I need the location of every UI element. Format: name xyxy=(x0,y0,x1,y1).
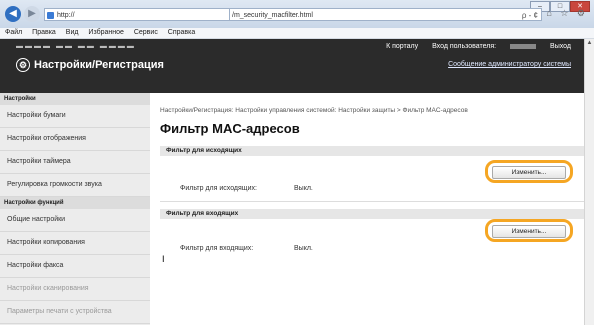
header-links: К порталу Вход пользователя: Выход xyxy=(374,43,571,50)
page-header: ▬▬▬▬ ▬▬ ▬▬ ▬▬▬▬ ⚙ Настройки/Регистрация … xyxy=(0,39,585,93)
outgoing-section-header: Фильтр для исходящих xyxy=(160,146,585,156)
divider xyxy=(160,201,585,202)
sidebar-item-copy[interactable]: Настройки копирования xyxy=(0,232,150,255)
portal-link[interactable]: К порталу xyxy=(386,43,418,50)
address-bar[interactable]: http:// xyxy=(44,8,230,21)
browser-tool-icons[interactable]: ⌂ ☆ ⚙ xyxy=(546,8,588,19)
outgoing-filter-label: Фильтр для исходящих: xyxy=(180,185,257,192)
back-icon[interactable]: ◀ xyxy=(5,6,21,22)
sidebar-item-timer[interactable]: Настройки таймера xyxy=(0,151,150,174)
incoming-filter-value: Выкл. xyxy=(294,245,313,252)
text-cursor-icon: I xyxy=(162,254,165,264)
menu-view[interactable]: Вид xyxy=(66,29,79,36)
brand-title: Настройки/Регистрация xyxy=(34,59,164,71)
menu-bar: Файл Правка Вид Избранное Сервис Справка xyxy=(0,28,594,39)
logout-link[interactable]: Выход xyxy=(550,43,571,50)
page-brand: ⚙ Настройки/Регистрация xyxy=(16,58,164,72)
address-url: http:// xyxy=(57,12,75,19)
incoming-edit-button[interactable]: Изменить... xyxy=(492,225,566,238)
scrollbar[interactable]: ▲ xyxy=(584,39,594,325)
forward-icon[interactable]: ▶ xyxy=(24,6,40,22)
outgoing-edit-highlight: Изменить... xyxy=(485,160,573,183)
address-bar-extension[interactable]: /m_security_macfilter.html ρ - ¢ xyxy=(230,8,542,21)
scroll-up-icon[interactable]: ▲ xyxy=(585,39,594,48)
menu-file[interactable]: Файл xyxy=(5,29,22,36)
menu-tools[interactable]: Сервис xyxy=(134,29,158,36)
admin-message-link[interactable]: Сообщение администратору системы xyxy=(448,61,571,68)
sidebar-item-display[interactable]: Настройки отображения xyxy=(0,128,150,151)
sidebar: Настройки Настройки бумаги Настройки ото… xyxy=(0,93,150,325)
settings-logo-icon: ⚙ xyxy=(16,58,30,72)
menu-favorites[interactable]: Избранное xyxy=(88,29,123,36)
sidebar-item-volume[interactable]: Регулировка громкости звука xyxy=(0,174,150,197)
breadcrumb: Настройки/Регистрация: Настройки управле… xyxy=(160,107,468,114)
sidebar-section-settings: Настройки xyxy=(0,93,150,105)
main-content: Настройки/Регистрация: Настройки управле… xyxy=(160,93,585,325)
sidebar-item-general[interactable]: Общие настройки xyxy=(0,209,150,232)
incoming-edit-highlight: Изменить... xyxy=(485,219,573,242)
outgoing-filter-value: Выкл. xyxy=(294,185,313,192)
menu-edit[interactable]: Правка xyxy=(32,29,56,36)
login-user-label: Вход пользователя: xyxy=(432,43,497,50)
sidebar-section-functions: Настройки функций xyxy=(0,197,150,209)
sidebar-item-paper[interactable]: Настройки бумаги xyxy=(0,105,150,128)
sidebar-item-scan[interactable]: Настройки сканирования xyxy=(0,278,150,301)
incoming-section-header: Фильтр для входящих xyxy=(160,209,585,219)
menu-help[interactable]: Справка xyxy=(168,29,195,36)
favicon-icon xyxy=(47,12,54,19)
outgoing-edit-button[interactable]: Изменить... xyxy=(492,166,566,179)
user-name-blurred xyxy=(510,43,537,49)
header-blurred-text: ▬▬▬▬ ▬▬ ▬▬ ▬▬▬▬ xyxy=(16,43,136,50)
page-title: Фильтр MAC-адресов xyxy=(160,121,300,136)
sidebar-item-print[interactable]: Параметры печати с устройства xyxy=(0,301,150,324)
search-refresh-icons[interactable]: ρ - ¢ xyxy=(522,9,538,22)
browser-chrome: – □ ✕ ◀ ▶ http:// /m_security_macfilter.… xyxy=(0,0,594,28)
incoming-filter-label: Фильтр для входящих: xyxy=(180,245,254,252)
address-url-tail: /m_security_macfilter.html xyxy=(232,12,313,19)
sidebar-item-fax[interactable]: Настройки факса xyxy=(0,255,150,278)
